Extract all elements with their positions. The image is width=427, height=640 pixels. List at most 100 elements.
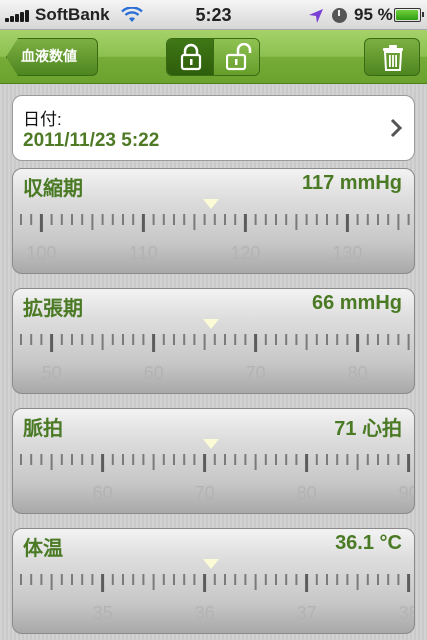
scale-tick — [356, 334, 360, 352]
scale-tick — [397, 334, 400, 345]
scale-tick — [39, 214, 43, 232]
gauge-value: 71 心拍 — [334, 418, 402, 440]
scale-tick — [213, 334, 216, 345]
scale-tick — [50, 334, 54, 352]
scale-tick — [234, 454, 237, 465]
scale-tick — [60, 574, 63, 585]
delete-button[interactable] — [364, 38, 420, 76]
scale-tick — [315, 574, 318, 585]
scale-tick — [346, 454, 349, 465]
pulse-gauge[interactable]: 60 70 80 90 脈拍 71 心拍 — [12, 408, 415, 514]
gauge-value: 36.1 °C — [335, 532, 402, 554]
scale-tick — [111, 214, 114, 225]
scale-tick — [254, 454, 257, 470]
scale-tick — [407, 334, 410, 350]
scale-tick — [91, 214, 94, 230]
scale-tick — [173, 574, 175, 585]
scale-label: 60 — [93, 483, 113, 503]
scale-tick — [101, 334, 104, 350]
scale-tick — [377, 454, 379, 465]
date-label: 日付: — [23, 110, 62, 129]
scale-tick — [254, 574, 257, 590]
scale-tick — [60, 334, 63, 345]
systolic-gauge[interactable]: 100 110 120 130 収縮期 117 mmHg — [12, 168, 415, 274]
scale-tick — [183, 214, 186, 225]
scale-label: 90 — [399, 483, 415, 503]
scale-tick — [71, 334, 73, 345]
gauge-title: 体温 — [23, 536, 63, 560]
scale-tick — [345, 214, 349, 232]
lock-segment[interactable] — [167, 39, 213, 75]
scale-tick — [91, 334, 94, 345]
scale-tick — [122, 574, 124, 585]
scale-tick — [142, 574, 145, 585]
scale-tick — [346, 574, 349, 585]
scale-tick — [356, 454, 359, 470]
scale-tick — [377, 574, 379, 585]
scale-tick — [264, 334, 267, 345]
scale-tick — [152, 334, 156, 352]
trash-icon — [383, 45, 403, 71]
scale-tick — [305, 574, 309, 592]
scale-tick — [203, 574, 207, 592]
date-row[interactable]: 日付: 2011/11/23 5:22 — [12, 95, 415, 161]
scale-tick — [336, 214, 339, 225]
unlock-segment[interactable] — [213, 39, 259, 75]
scale-tick — [132, 574, 135, 585]
scale-tick — [305, 334, 308, 350]
scale-tick — [213, 454, 216, 465]
diastolic-gauge[interactable]: 50 60 70 80 拡張期 66 mmHg — [12, 288, 415, 394]
gauge-title: 拡張期 — [23, 296, 83, 320]
scale-tick — [162, 454, 165, 465]
scale-tick — [315, 334, 318, 345]
scale-tick — [81, 334, 84, 345]
scale-tick — [387, 574, 390, 585]
scale-tick — [264, 574, 267, 585]
battery-percentage: 95 % — [354, 5, 393, 24]
lock-toggle[interactable] — [166, 38, 260, 76]
scale-tick — [152, 214, 155, 225]
scale-tick — [81, 574, 84, 585]
scale-tick — [30, 214, 33, 225]
scale-tick — [111, 574, 114, 585]
scale-tick — [407, 214, 410, 225]
scale-tick — [224, 454, 226, 465]
scale-tick — [183, 574, 186, 585]
scale-tick — [346, 334, 349, 345]
location-arrow-icon — [309, 9, 323, 23]
scale-tick — [244, 454, 247, 465]
back-button[interactable]: 血液数値 — [6, 38, 98, 76]
scale-tick — [336, 454, 339, 465]
status-bar: SoftBank 5:23 95 % — [0, 0, 427, 30]
scale-tick — [60, 454, 63, 465]
scale-tick — [234, 574, 237, 585]
scale-tick — [407, 454, 411, 472]
scale-tick — [173, 334, 175, 345]
scale-tick — [213, 574, 216, 585]
scale-tick — [132, 214, 135, 225]
gauge-pointer-icon — [203, 559, 219, 569]
scale-tick — [326, 214, 328, 225]
scale-tick — [141, 214, 145, 232]
gauge-title: 収縮期 — [23, 176, 83, 200]
scale-tick — [20, 454, 22, 465]
scale-tick — [60, 214, 63, 225]
scale-tick — [275, 214, 277, 225]
scale-tick — [142, 334, 145, 345]
scale-tick — [50, 574, 53, 590]
scale-tick — [254, 214, 257, 225]
scale-tick — [285, 334, 288, 345]
scale-tick — [397, 214, 400, 230]
scale-tick — [101, 574, 105, 592]
scale-tick — [377, 334, 379, 345]
scale-tick — [91, 454, 94, 465]
date-value: 2011/11/23 5:22 — [23, 130, 160, 151]
scale-tick — [224, 214, 226, 225]
temperature-gauge[interactable]: 35 36 37 38 体温 36.1 °C — [12, 528, 415, 634]
scale-tick — [50, 454, 53, 470]
chevron-right-icon — [390, 118, 402, 138]
scale-tick — [122, 214, 124, 225]
scale-tick — [91, 574, 94, 585]
scale-label: 37 — [297, 603, 317, 623]
scale-tick — [356, 574, 359, 590]
